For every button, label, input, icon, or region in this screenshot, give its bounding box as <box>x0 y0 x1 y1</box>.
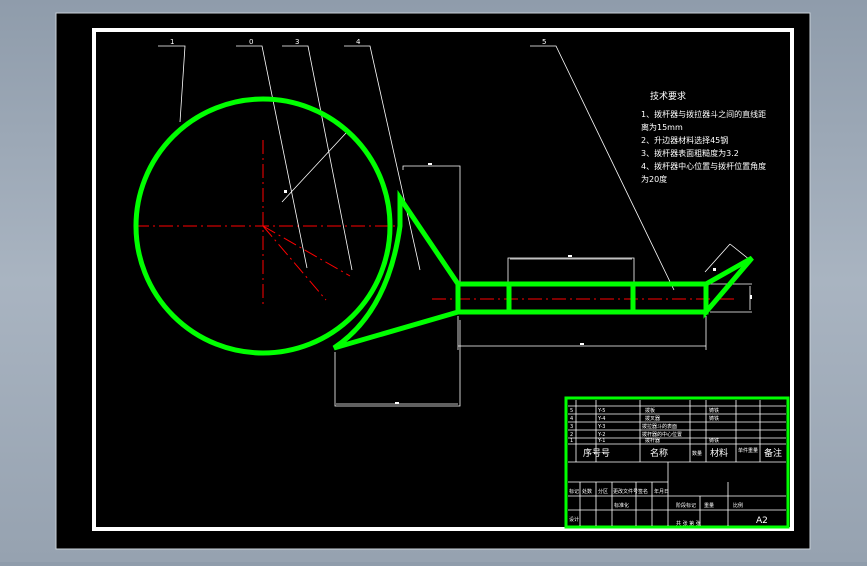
label-change-doc: 更改文件号 <box>613 488 638 495</box>
svg-text:5: 5 <box>570 408 573 414</box>
svg-text:拨拉器斗的表面: 拨拉器斗的表面 <box>642 423 677 430</box>
tech-req-line-3: 2、升边器材料选择45钢 <box>641 135 728 145</box>
label-sheet: 共 张 第 张 <box>676 520 701 527</box>
tech-req-line-1: 1、拨杆器与拨拉器斗之间的直线距 <box>641 109 766 119</box>
header-material: 材料 <box>710 447 728 459</box>
label-scale: 比例 <box>733 502 743 509</box>
header-weight: 单件重量 <box>738 447 758 454</box>
svg-text:Y-3: Y-3 <box>597 424 605 430</box>
svg-text:Y-5: Y-5 <box>597 408 605 414</box>
svg-text:拨杆器的中心位置: 拨杆器的中心位置 <box>642 431 682 438</box>
svg-text:拨叉器: 拨叉器 <box>645 415 660 422</box>
header-code: 号 <box>601 448 610 459</box>
svg-text:3: 3 <box>570 424 573 430</box>
drawing-area <box>55 12 811 550</box>
svg-text:铸铁: 铸铁 <box>709 437 719 444</box>
svg-text:4: 4 <box>570 416 573 422</box>
label-weight: 重量 <box>704 502 714 509</box>
tech-req-line-2: 离为15mm <box>641 122 683 132</box>
tech-req-line-6: 为20度 <box>641 174 667 184</box>
label-mark: 标记 <box>569 488 579 495</box>
svg-text:Y-4: Y-4 <box>597 416 605 422</box>
label-stage-mark: 阶段标记 <box>676 502 696 509</box>
label-sign: 签名 <box>638 488 648 495</box>
header-name: 名称 <box>650 447 668 459</box>
sheet-size: A2 <box>756 516 768 526</box>
balloon-0: 0 <box>249 38 253 46</box>
label-design: 设计 <box>569 516 579 523</box>
header-qty: 数量 <box>692 450 702 457</box>
tech-req-line-4: 3、拨杆器表面粗糙度为3.2 <box>641 148 739 158</box>
cad-drawing: 1 0 3 4 5 技术要求 1、拨杆器与拨拉器斗之间的直线距 离为15mm 2… <box>55 12 811 550</box>
label-date: 年月日 <box>654 488 669 495</box>
balloon-3: 3 <box>295 38 299 46</box>
svg-text:拨杆器: 拨杆器 <box>645 437 660 444</box>
label-standard: 标准化 <box>614 502 629 509</box>
svg-text:1: 1 <box>570 438 573 444</box>
tech-req-line-5: 4、拨杆器中心位置与拨杆位置角度 <box>641 161 766 171</box>
header-notes: 备注 <box>764 447 782 459</box>
label-zone: 分区 <box>598 488 608 495</box>
svg-text:铸铁: 铸铁 <box>709 415 719 422</box>
svg-text:铸铁: 铸铁 <box>709 407 719 414</box>
cad-viewport: 1 0 3 4 5 技术要求 1、拨杆器与拨拉器斗之间的直线距 离为15mm 2… <box>0 0 867 562</box>
header-no: 序号 <box>583 447 601 459</box>
balloon-4: 4 <box>356 38 361 46</box>
svg-text:Y-1: Y-1 <box>597 438 605 444</box>
tech-req-title: 技术要求 <box>650 90 686 102</box>
label-count: 处数 <box>582 488 592 495</box>
balloon-1: 1 <box>170 38 174 46</box>
balloon-5: 5 <box>542 38 546 46</box>
svg-text:拨板: 拨板 <box>645 407 655 414</box>
